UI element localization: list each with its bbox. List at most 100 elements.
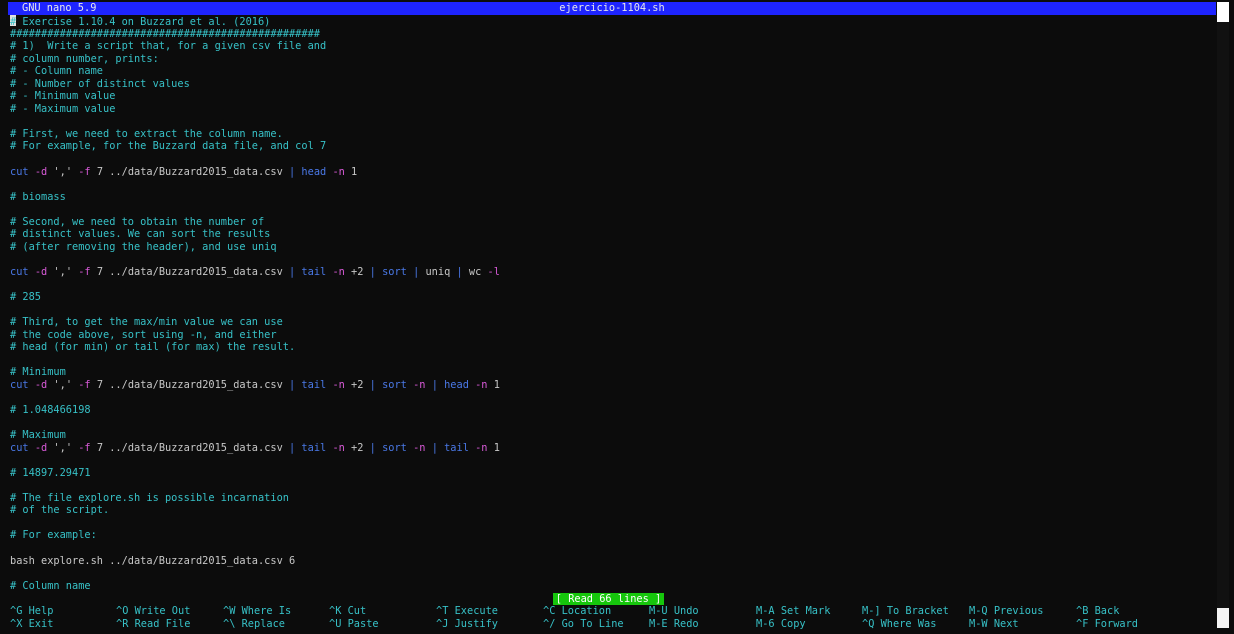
scrollbar[interactable] bbox=[1217, 2, 1229, 628]
code-line[interactable]: # - Number of distinct values bbox=[10, 78, 1210, 91]
code-line[interactable] bbox=[10, 354, 1210, 367]
code-line[interactable]: # - Column name bbox=[10, 65, 1210, 78]
code-token: # 1.048466198 bbox=[10, 403, 91, 416]
shortcut-forward[interactable]: ^F Forward bbox=[1076, 618, 1138, 631]
shortcut-read-file[interactable]: ^R Read File bbox=[116, 618, 190, 631]
code-line[interactable] bbox=[10, 203, 1210, 216]
shortcut-set-mark[interactable]: M-A Set Mark bbox=[756, 605, 830, 618]
scrollbar-thumb[interactable] bbox=[1217, 2, 1229, 22]
editor-buffer[interactable]: # Exercise 1.10.4 on Buzzard et al. (201… bbox=[10, 15, 1210, 592]
code-line[interactable]: # 1) Write a script that, for a given cs… bbox=[10, 40, 1210, 53]
shortcut-label: Copy bbox=[780, 617, 806, 630]
code-line[interactable]: # column number, prints: bbox=[10, 53, 1210, 66]
code-line[interactable] bbox=[10, 391, 1210, 404]
shortcut-key: ^F bbox=[1076, 617, 1089, 630]
code-line[interactable]: # First, we need to extract the column n… bbox=[10, 128, 1210, 141]
code-token: -d bbox=[34, 165, 48, 178]
shortcut-paste[interactable]: ^U Paste bbox=[329, 618, 379, 631]
shortcut-write-out[interactable]: ^O Write Out bbox=[116, 605, 190, 618]
code-token: ',' bbox=[47, 378, 79, 391]
code-line[interactable]: # For example: bbox=[10, 529, 1210, 542]
shortcut-back[interactable]: ^B Back bbox=[1076, 605, 1119, 618]
code-line[interactable]: # the code above, sort using -n, and eit… bbox=[10, 329, 1210, 342]
shortcut-label: Undo bbox=[673, 605, 699, 617]
code-line[interactable]: # distinct values. We can sort the resul… bbox=[10, 228, 1210, 241]
shortcut-where-was[interactable]: ^Q Where Was bbox=[862, 618, 936, 631]
code-line[interactable]: # Second, we need to obtain the number o… bbox=[10, 216, 1210, 229]
code-line[interactable] bbox=[10, 253, 1210, 266]
code-line[interactable]: ########################################… bbox=[10, 28, 1210, 41]
code-token: -f bbox=[78, 165, 91, 178]
code-line[interactable]: # Exercise 1.10.4 on Buzzard et al. (201… bbox=[10, 15, 1210, 28]
code-line[interactable]: # 285 bbox=[10, 291, 1210, 304]
code-token: 1 bbox=[487, 378, 500, 391]
code-line[interactable]: cut -d ',' -f 7 ../data/Buzzard2015_data… bbox=[10, 379, 1210, 392]
code-line[interactable]: # - Maximum value bbox=[10, 103, 1210, 116]
code-line[interactable]: # Minimum bbox=[10, 366, 1210, 379]
code-token: # For example, for the Buzzard data file… bbox=[10, 140, 327, 153]
code-line[interactable]: # (after removing the header), and use u… bbox=[10, 241, 1210, 254]
code-line[interactable] bbox=[10, 417, 1210, 430]
shortcut-justify[interactable]: ^J Justify bbox=[436, 618, 498, 631]
shortcut-key: ^X bbox=[10, 617, 23, 630]
shortcut-redo[interactable]: M-E Redo bbox=[649, 618, 699, 631]
shortcut-key: M-E bbox=[649, 617, 668, 630]
code-line[interactable] bbox=[10, 304, 1210, 317]
code-line[interactable]: # - Minimum value bbox=[10, 90, 1210, 103]
code-line[interactable]: # 1.048466198 bbox=[10, 404, 1210, 417]
code-line[interactable]: # The file explore.sh is possible incarn… bbox=[10, 492, 1210, 505]
code-line[interactable]: # For example, for the Buzzard data file… bbox=[10, 140, 1210, 153]
code-line[interactable]: # 14897.29471 bbox=[10, 467, 1210, 480]
code-token: -n bbox=[332, 378, 345, 391]
code-line[interactable]: # Column name bbox=[10, 580, 1210, 593]
code-line[interactable] bbox=[10, 278, 1210, 291]
shortcut-undo[interactable]: M-U Undo bbox=[649, 605, 699, 618]
shortcut-label: Back bbox=[1094, 605, 1120, 617]
code-token: cut bbox=[10, 165, 29, 178]
code-line[interactable] bbox=[10, 479, 1210, 492]
code-token: # (after removing the header), and use u… bbox=[10, 240, 277, 253]
code-line[interactable]: cut -d ',' -f 7 ../data/Buzzard2015_data… bbox=[10, 442, 1210, 455]
shortcut-exit[interactable]: ^X Exit bbox=[10, 618, 53, 631]
code-line[interactable] bbox=[10, 115, 1210, 128]
shortcut-replace[interactable]: ^\ Replace bbox=[223, 618, 285, 631]
shortcut-execute[interactable]: ^T Execute bbox=[436, 605, 498, 618]
shortcut-previous[interactable]: M-Q Previous bbox=[969, 605, 1043, 618]
shortcut-label: Set Mark bbox=[780, 605, 831, 617]
code-line[interactable]: # Maximum bbox=[10, 429, 1210, 442]
code-line[interactable]: cut -d ',' -f 7 ../data/Buzzard2015_data… bbox=[10, 166, 1210, 179]
code-line[interactable]: # Third, to get the max/min value we can… bbox=[10, 316, 1210, 329]
code-token: tail bbox=[301, 265, 327, 278]
shortcut-go-to-line[interactable]: ^/ Go To Line bbox=[543, 618, 624, 631]
shortcut-to-bracket[interactable]: M-] To Bracket bbox=[862, 605, 949, 618]
code-line[interactable]: bash explore.sh ../data/Buzzard2015_data… bbox=[10, 555, 1210, 568]
code-line[interactable]: cut -d ',' -f 7 ../data/Buzzard2015_data… bbox=[10, 266, 1210, 279]
code-line[interactable]: # of the script. bbox=[10, 504, 1210, 517]
code-token: ',' bbox=[47, 441, 79, 454]
code-line[interactable]: # biomass bbox=[10, 191, 1210, 204]
shortcut-label: Next bbox=[993, 617, 1019, 630]
shortcut-key: M-W bbox=[969, 617, 988, 630]
shortcut-location[interactable]: ^C Location bbox=[543, 605, 611, 618]
shortcut-help[interactable]: ^G Help bbox=[10, 605, 53, 618]
code-token: # Minimum bbox=[10, 366, 66, 379]
shortcut-where-is[interactable]: ^W Where Is bbox=[223, 605, 291, 618]
code-line[interactable] bbox=[10, 454, 1210, 467]
code-line[interactable] bbox=[10, 517, 1210, 530]
shortcut-key: ^J bbox=[436, 617, 449, 630]
shortcut-next[interactable]: M-W Next bbox=[969, 618, 1019, 631]
code-line[interactable] bbox=[10, 153, 1210, 166]
code-token: sort bbox=[382, 378, 407, 391]
code-token: +2 bbox=[344, 265, 370, 278]
shortcut-label: Exit bbox=[28, 617, 54, 630]
shortcut-key: ^T bbox=[436, 605, 449, 617]
code-line[interactable] bbox=[10, 567, 1210, 580]
code-token: -n bbox=[332, 265, 345, 278]
shortcut-cut[interactable]: ^K Cut bbox=[329, 605, 366, 618]
code-line[interactable] bbox=[10, 542, 1210, 555]
code-line[interactable]: # head (for min) or tail (for max) the r… bbox=[10, 341, 1210, 354]
code-token: # - Maximum value bbox=[10, 102, 116, 115]
code-line[interactable] bbox=[10, 178, 1210, 191]
shortcut-copy[interactable]: M-6 Copy bbox=[756, 618, 806, 631]
code-token: 7 ../data/Buzzard2015_data.csv bbox=[90, 165, 290, 178]
